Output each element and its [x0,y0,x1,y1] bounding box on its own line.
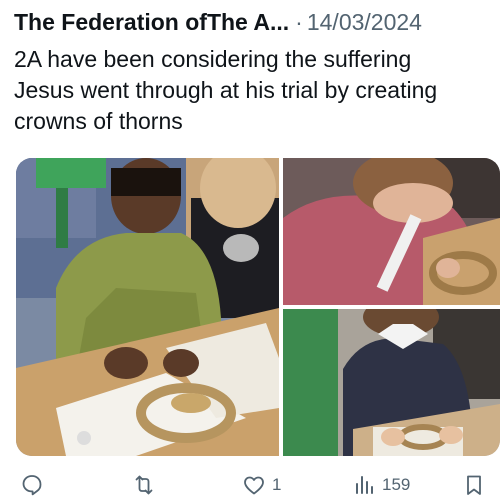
girl-making-crown-photo[interactable] [283,309,500,456]
boy-scene-illustration [283,158,500,305]
tweet-date[interactable]: 14/03/2024 [307,9,422,35]
like-button[interactable]: 1 [242,470,281,500]
reply-icon [22,475,42,496]
like-count: 1 [272,475,282,494]
girl-scene-illustration [283,309,500,456]
heart-icon [244,476,264,495]
author-name[interactable]: The Federation ofThe A... [14,9,289,35]
views-count: 159 [382,475,411,494]
tweet-actions: 1 159 [0,470,500,500]
separator-dot: · [295,9,303,35]
bookmark-icon [467,475,481,495]
bookmark-button[interactable] [462,470,492,500]
retweet-icon [135,475,153,495]
views-chart-icon [356,476,373,494]
children-making-crowns-photo[interactable] [16,158,279,456]
tweet-header: The Federation ofThe A... · 14/03/2024 [14,8,494,36]
views-button[interactable]: 159 [352,470,410,500]
tweet-text: 2A have been considering the suffering J… [14,46,438,134]
media-grid [16,158,500,456]
classroom-scene-illustration [16,158,279,456]
reply-button[interactable] [20,470,50,500]
retweet-button[interactable] [132,470,162,500]
boy-making-crown-photo[interactable] [283,158,500,305]
